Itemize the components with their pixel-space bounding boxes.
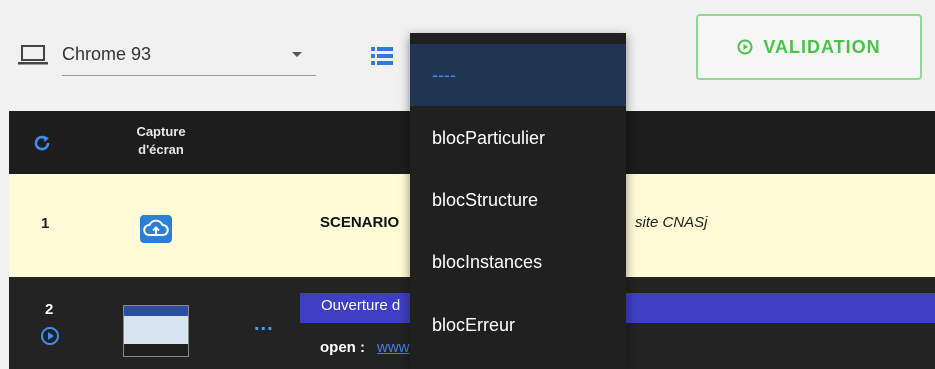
browser-select[interactable]: Chrome 93 [18,38,316,78]
validation-label: VALIDATION [763,36,881,57]
capture-label-line1: Capture [136,124,186,139]
step-link[interactable]: www [377,339,410,356]
browser-select-value: Chrome 93 [62,44,152,64]
menu-item[interactable]: blocErreur [410,294,626,356]
step-label: Ouverture d [321,297,401,314]
select-underline [62,75,316,76]
row-number: 2 [45,301,54,318]
row-number: 1 [41,215,50,232]
menu-item[interactable]: blocInstances [410,231,626,293]
cloud-upload-icon[interactable] [140,215,172,243]
menu-item[interactable]: blocStructure [410,169,626,231]
view-dropdown-menu: ---- blocParticulier blocStructure blocI… [410,33,626,369]
column-header-capture: Capture d'écran [113,123,209,159]
list-icon[interactable] [371,47,393,65]
scenario-label: SCENARIO [320,214,400,231]
validation-button[interactable]: VALIDATION [696,14,922,80]
step-command: open : [320,339,365,356]
menu-item[interactable]: ---- [410,44,626,106]
scenario-description: site CNASj [635,214,708,231]
capture-label-line2: d'écran [138,142,184,157]
refresh-icon[interactable] [33,134,51,152]
laptop-icon [18,45,48,65]
menu-item[interactable]: blocParticulier [410,107,626,169]
chevron-down-icon[interactable] [292,52,302,57]
screenshot-thumbnail[interactable] [123,305,189,357]
more-options-icon[interactable]: ... [254,313,274,336]
play-circle-icon[interactable] [40,326,60,346]
play-circle-icon [737,39,753,55]
